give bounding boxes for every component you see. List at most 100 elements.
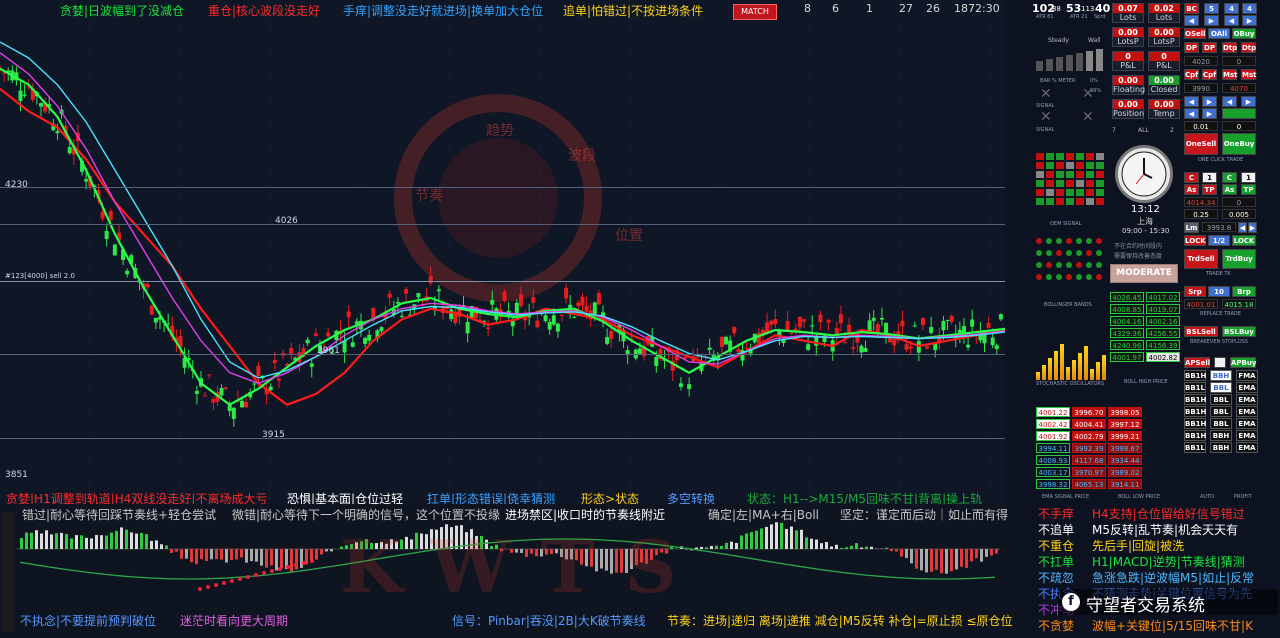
arrow-right-icon[interactable]: ▶	[1241, 96, 1256, 107]
lot-field[interactable]: 0	[1222, 121, 1256, 131]
boll-dot	[1046, 274, 1052, 280]
step-button[interactable]: 5	[1204, 3, 1219, 14]
histogram-bar	[185, 549, 188, 559]
srp-button[interactable]: Srp	[1184, 286, 1206, 297]
arrow-right-icon[interactable]: ▶	[1202, 96, 1217, 107]
arrow-left-icon[interactable]: ◀	[1184, 15, 1199, 26]
lock-button[interactable]: LOCK	[1232, 235, 1256, 246]
price-field[interactable]: 4014.34	[1184, 197, 1218, 207]
value-field[interactable]: 4020	[1184, 56, 1218, 66]
ten-button[interactable]: 10	[1208, 286, 1230, 297]
apsell-button[interactable]: APSell	[1184, 357, 1210, 368]
auto-profit-button[interactable]: BB1L	[1184, 442, 1206, 453]
lot-field[interactable]: 0.01	[1184, 121, 1218, 131]
bslbuy-button[interactable]: BSLBuy	[1222, 326, 1256, 337]
as-button[interactable]: As	[1184, 184, 1199, 195]
auto-profit-button[interactable]: BBL	[1210, 406, 1232, 417]
arrow-left-icon[interactable]: ◀	[1238, 222, 1247, 233]
value-field[interactable]: 0.25	[1184, 209, 1218, 219]
auto-profit-button[interactable]: BBH	[1210, 442, 1232, 453]
bc-button[interactable]: BC	[1184, 3, 1199, 14]
arrow-left-icon[interactable]: ◀	[1222, 96, 1237, 107]
arrow-right-icon[interactable]: ▶	[1204, 15, 1219, 26]
arrow-right-icon[interactable]: ▶	[1248, 222, 1257, 233]
cpf-button[interactable]: Cpf	[1202, 69, 1217, 80]
osell-button[interactable]: OSell	[1184, 28, 1206, 39]
auto-profit-button[interactable]: BBL	[1210, 418, 1232, 429]
value-field[interactable]: 0.005	[1222, 209, 1256, 219]
auto-profit-button[interactable]: BB1L	[1184, 382, 1206, 393]
trdbuy-button[interactable]: TrdBuy	[1222, 249, 1256, 269]
rule-value: 急涨急跌|逆波幅M5|如止|反常	[1092, 571, 1255, 585]
histogram-bar	[70, 538, 73, 549]
auto-profit-button[interactable]: BBL	[1210, 382, 1232, 393]
step-button[interactable]: 4	[1242, 3, 1257, 14]
trdsell-button[interactable]: TrdSell	[1184, 249, 1218, 269]
dtp-button[interactable]: Dtp	[1222, 42, 1237, 53]
obuy-button[interactable]: OBuy	[1232, 28, 1256, 39]
mst-button[interactable]: Mst	[1222, 69, 1237, 80]
step-button[interactable]: 4	[1224, 3, 1239, 14]
brp-button[interactable]: Brp	[1232, 286, 1256, 297]
auto-profit-button[interactable]: BB1H	[1184, 430, 1206, 441]
stat-time: 1872:30	[954, 2, 1000, 15]
c-button[interactable]: C	[1222, 172, 1237, 183]
value-field[interactable]: 4070	[1222, 83, 1256, 93]
tp-button[interactable]: TP	[1241, 184, 1256, 195]
histogram-bar	[790, 526, 793, 549]
price-field[interactable]: 0	[1222, 197, 1256, 207]
dp-button[interactable]: DP	[1202, 42, 1217, 53]
auto-profit-button[interactable]: BBH	[1210, 370, 1232, 381]
signal-x-icon: ✕	[1040, 109, 1052, 125]
auto-profit-button[interactable]: EMA	[1236, 442, 1258, 453]
bslsell-button[interactable]: BSLSell	[1184, 326, 1218, 337]
auto-profit-button[interactable]: BB1H	[1184, 394, 1206, 405]
price-chart[interactable]: 趋势 节奏 波段 位置 4230 4026 #123[4000] sell 2.0 3…	[0, 0, 1005, 505]
price-chart-svg[interactable]: 趋势节奏 波段位置	[0, 0, 1005, 505]
oall-button[interactable]: OAll	[1208, 28, 1230, 39]
value-field[interactable]: 3993.8	[1202, 222, 1236, 232]
oscillator-panel[interactable]: KWTS 错过|耐心等待回踩节奏线+轻仓尝试 微错|耐心等待下一个明确的信号，这…	[0, 504, 1030, 638]
one-button[interactable]: 1	[1202, 172, 1217, 183]
match-button[interactable]: MATCH	[733, 4, 777, 20]
apbuy-button[interactable]: APBuy	[1230, 357, 1256, 368]
boll-value: 4008.85	[1110, 304, 1144, 314]
grid-cell	[1096, 153, 1104, 160]
onesell-button[interactable]: OneSell	[1184, 133, 1218, 155]
auto-profit-button[interactable]: EMA	[1236, 382, 1258, 393]
value-field[interactable]: 3990	[1184, 83, 1218, 93]
ap-toggle[interactable]	[1214, 357, 1226, 368]
c-button[interactable]: C	[1184, 172, 1199, 183]
auto-profit-button[interactable]: BB1H	[1184, 370, 1206, 381]
arrow-left-icon[interactable]: ◀	[1224, 15, 1239, 26]
auto-profit-button[interactable]: EMA	[1236, 394, 1258, 405]
auto-profit-button[interactable]: BB1H	[1184, 418, 1206, 429]
lock-button[interactable]: LOCK	[1184, 235, 1206, 246]
auto-profit-button[interactable]: BB1H	[1184, 406, 1206, 417]
arrow-left-icon[interactable]: ◀	[1184, 96, 1199, 107]
arrow-right-icon[interactable]: ▶	[1202, 108, 1217, 119]
one-button[interactable]: 1	[1241, 172, 1256, 183]
tp-button[interactable]: TP	[1202, 184, 1217, 195]
green-toggle[interactable]	[1222, 108, 1256, 119]
cpf-button[interactable]: Cpf	[1184, 69, 1199, 80]
half-button[interactable]: 1/2	[1208, 235, 1230, 246]
price-field[interactable]: 4015.18	[1222, 299, 1256, 309]
arrow-right-icon[interactable]: ▶	[1242, 15, 1257, 26]
mst-button[interactable]: Mst	[1241, 69, 1256, 80]
grid-cell	[1096, 162, 1104, 169]
auto-profit-button[interactable]: EMA	[1236, 418, 1258, 429]
value-field[interactable]: 0	[1222, 56, 1256, 66]
as-button[interactable]: As	[1222, 184, 1237, 195]
onebuy-button[interactable]: OneBuy	[1222, 133, 1256, 155]
auto-profit-button[interactable]: EMA	[1236, 430, 1258, 441]
dtp-button[interactable]: Dtp	[1241, 42, 1256, 53]
lm-button[interactable]: Lm	[1184, 222, 1199, 233]
auto-profit-button[interactable]: EMA	[1236, 406, 1258, 417]
price-field[interactable]: 4001.01	[1184, 299, 1218, 309]
auto-profit-button[interactable]: BBL	[1210, 394, 1232, 405]
auto-profit-button[interactable]: BBH	[1210, 430, 1232, 441]
auto-profit-button[interactable]: FMA	[1236, 370, 1258, 381]
dp-button[interactable]: DP	[1184, 42, 1199, 53]
arrow-left-icon[interactable]: ◀	[1184, 108, 1199, 119]
